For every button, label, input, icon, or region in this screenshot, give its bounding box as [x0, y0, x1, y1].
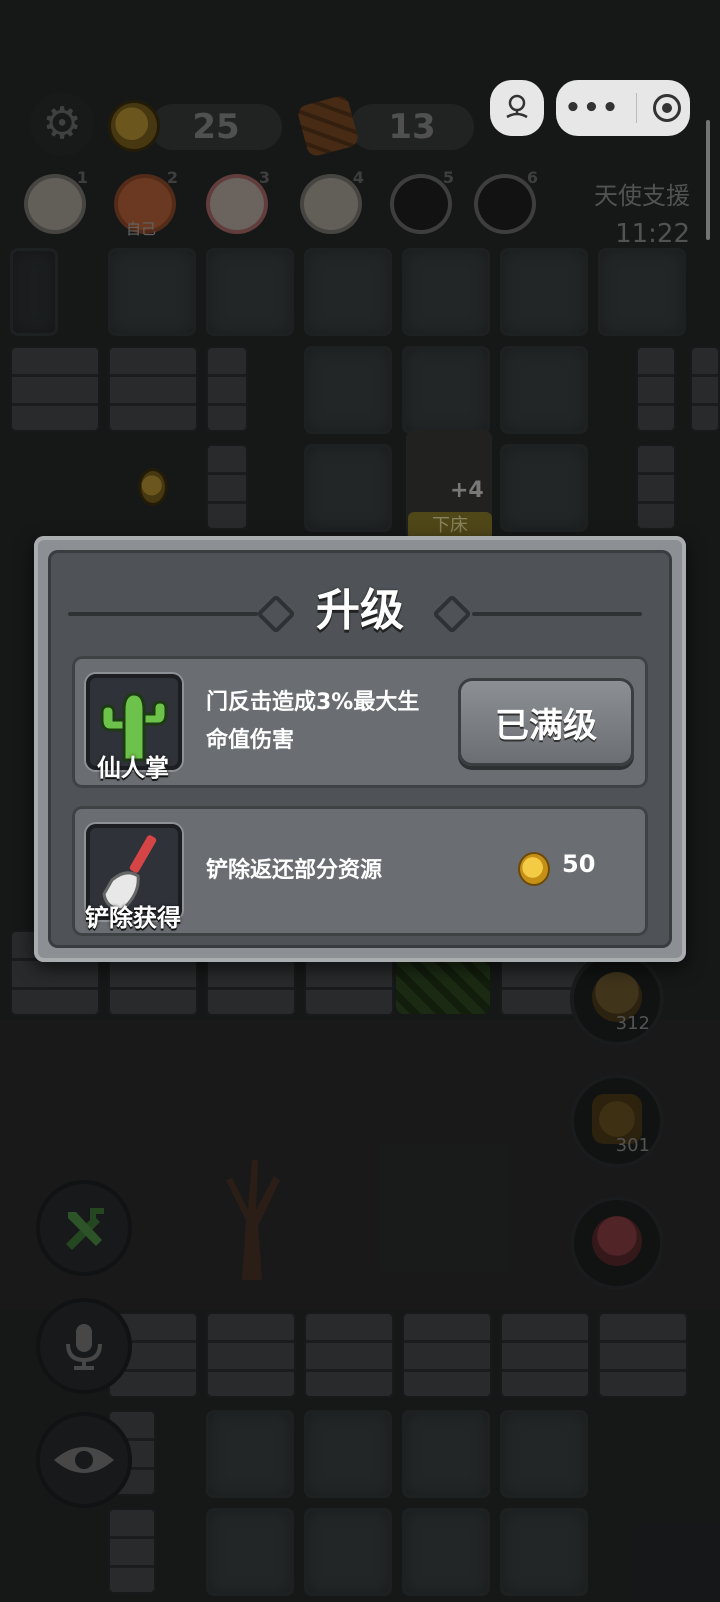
upgrade-dialog: 升级 仙人掌 门反击造成3%最大生 命值伤害 已满级 铲除获得 铲除返还部分资源… — [34, 536, 686, 962]
joystick-icon — [506, 94, 528, 119]
more-icon[interactable]: ••• — [565, 93, 621, 123]
dialog-body: 升级 仙人掌 门反击造成3%最大生 命值伤害 已满级 铲除获得 铲除返还部分资源… — [48, 550, 672, 948]
item-description: 门反击造成3%最大生 命值伤害 — [206, 684, 419, 760]
refund-amount: 50 — [562, 850, 596, 878]
mini-program-capsule: ••• — [556, 80, 690, 136]
dialog-title: 升级 — [316, 585, 404, 636]
max-level-button[interactable]: 已满级 — [458, 678, 634, 766]
close-circle-icon[interactable] — [653, 94, 682, 122]
item-name: 仙人掌 — [97, 754, 169, 782]
item-description: 铲除返还部分资源 — [206, 858, 383, 883]
gold-coin-icon — [518, 852, 550, 886]
item-name: 铲除获得 — [85, 904, 181, 932]
description-line: 命值伤害 — [206, 728, 295, 753]
upgrade-item-shovel: 铲除获得 铲除返还部分资源 50 — [72, 806, 648, 936]
upgrade-item-cactus: 仙人掌 门反击造成3%最大生 命值伤害 已满级 — [72, 656, 648, 788]
description-line: 门反击造成3%最大生 — [206, 690, 420, 715]
mini-program-home-button[interactable] — [490, 80, 544, 136]
capsule-divider — [636, 93, 638, 123]
